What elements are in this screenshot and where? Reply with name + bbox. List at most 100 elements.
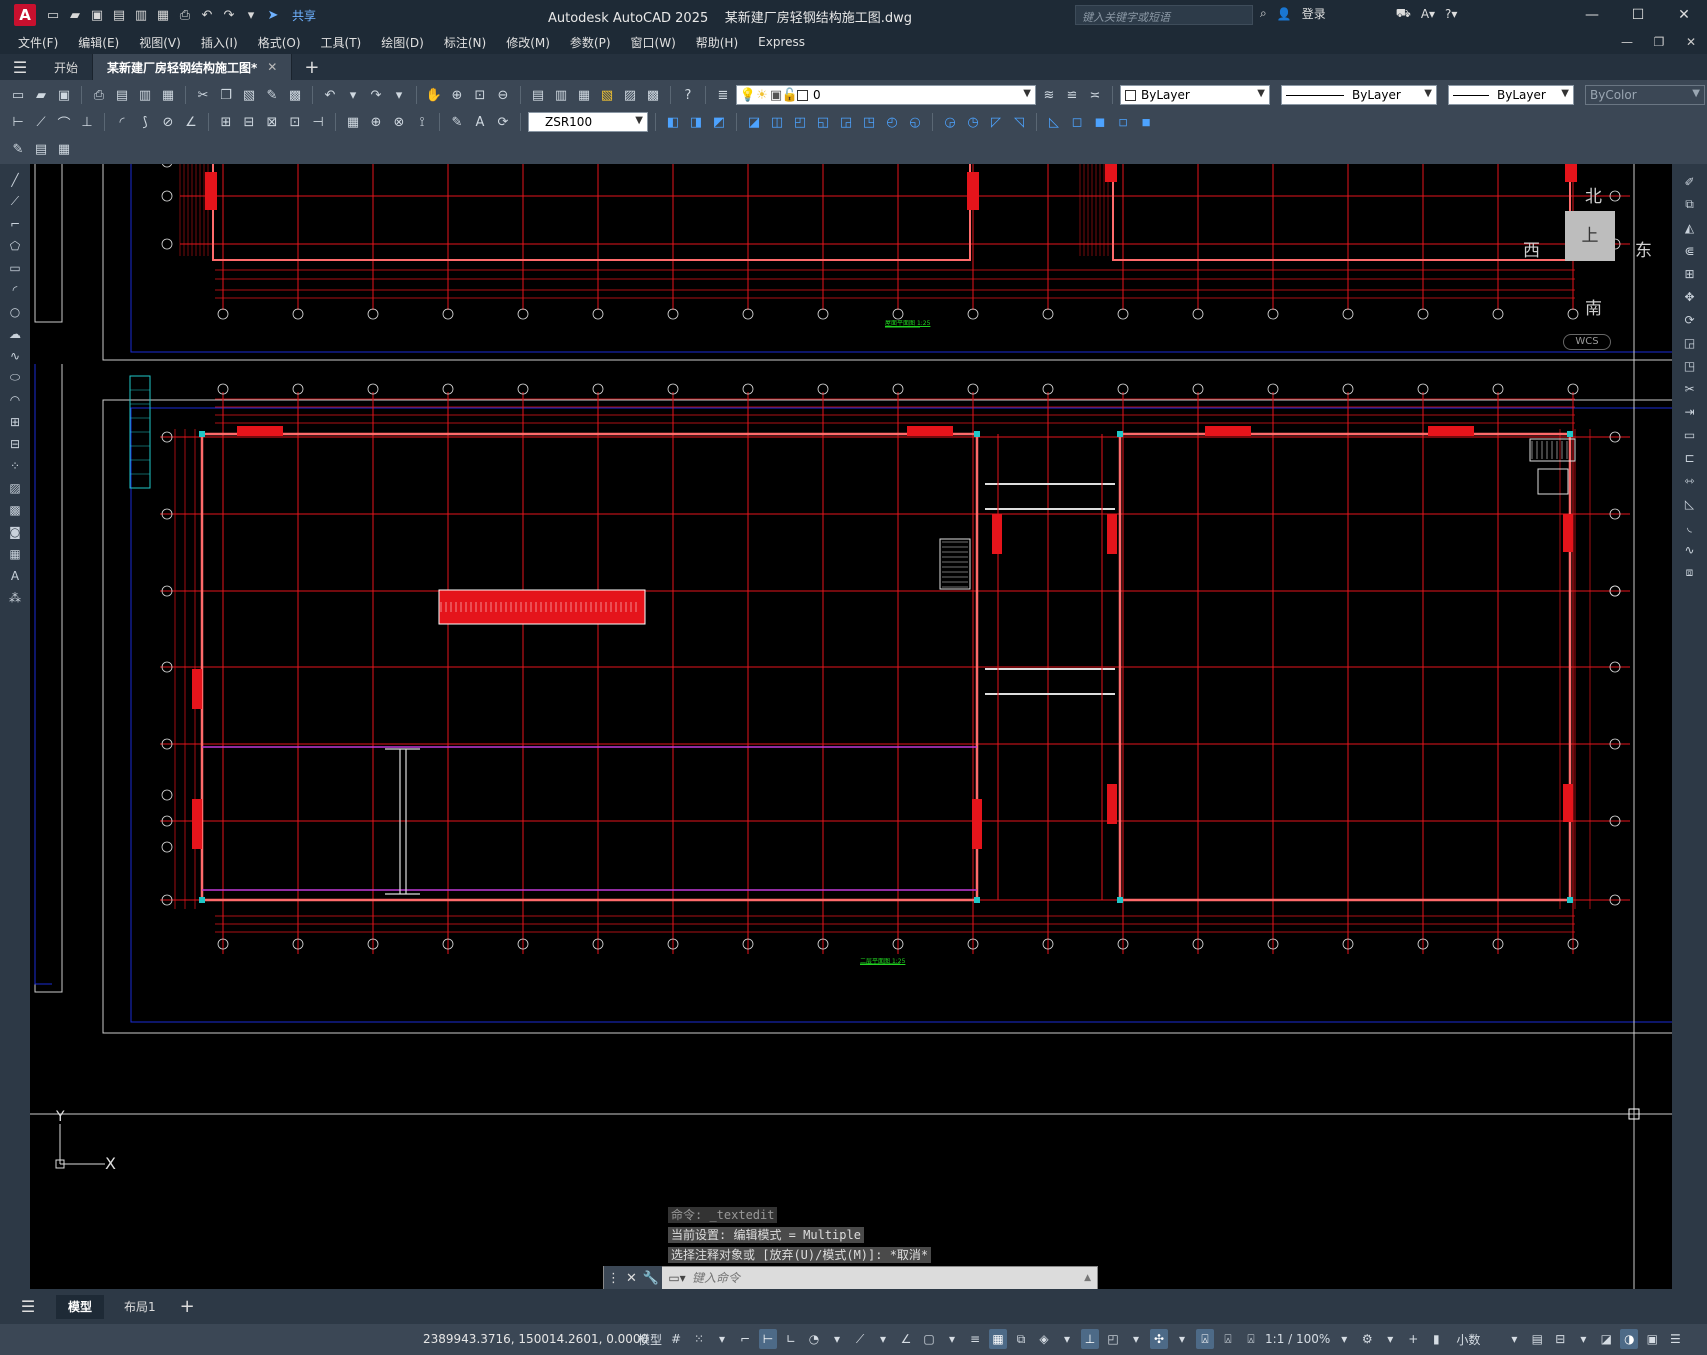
taper-faces-icon[interactable]: ◳ — [859, 112, 879, 132]
user-icon[interactable]: 👤 — [1277, 7, 1292, 21]
recent-commands-icon[interactable]: ▭▾ — [662, 1271, 692, 1285]
grid-icon[interactable]: # — [667, 1329, 685, 1349]
dimstyle-dropdown[interactable]: ZSR100 ▼ — [528, 112, 648, 132]
markup-icon[interactable]: ▨ — [620, 85, 640, 105]
annotation-visibility-icon[interactable]: ⍓ — [1196, 1329, 1215, 1349]
break-icon[interactable]: ⊏ — [1680, 448, 1700, 467]
object-snap-tracking-icon[interactable]: ∠ — [897, 1329, 915, 1349]
workspace-dropdown-icon[interactable]: ▾ — [1381, 1329, 1399, 1349]
zoom-previous-icon[interactable]: ⊖ — [493, 85, 513, 105]
minimize-icon[interactable]: — — [1569, 0, 1615, 30]
menu-item-6[interactable]: 绘图(D) — [381, 34, 424, 51]
cart-icon[interactable]: ⛟ — [1396, 6, 1411, 22]
auto-scale-icon[interactable]: ⍓ — [1219, 1329, 1237, 1349]
tool-palettes-icon[interactable]: ▦ — [574, 85, 594, 105]
rectangle-icon[interactable]: ▭ — [5, 258, 25, 277]
insert-block-icon[interactable]: ⊞ — [5, 412, 25, 431]
subtract-icon[interactable]: ◨ — [686, 112, 706, 132]
dim-text-edit-icon[interactable]: A — [470, 112, 490, 132]
annotation-scale-dropdown-icon[interactable]: ▾ — [1335, 1329, 1353, 1349]
customize-qa-icon[interactable]: ▾ — [242, 6, 260, 24]
new-file-icon[interactable]: ▭ — [44, 6, 62, 24]
save-web-icon[interactable]: ▦ — [154, 6, 172, 24]
offset-faces-icon[interactable]: ◰ — [790, 112, 810, 132]
doc-close-icon[interactable]: ✕ — [1675, 30, 1707, 54]
tab-start[interactable]: 开始 — [40, 54, 94, 80]
scale-icon[interactable]: ◲ — [1680, 333, 1700, 352]
search-icon[interactable]: ⌕ — [1260, 6, 1267, 21]
lock-ui-dropdown-icon[interactable]: ▾ — [1574, 1329, 1592, 1349]
isodraft-dropdown-icon[interactable]: ▾ — [874, 1329, 892, 1349]
arc-length-icon[interactable]: ⌒ — [54, 112, 74, 132]
delete-faces-icon[interactable]: ◱ — [813, 112, 833, 132]
move-faces-icon[interactable]: ◫ — [767, 112, 787, 132]
offset-icon[interactable]: ⋐ — [1680, 241, 1700, 260]
match-properties-icon[interactable]: ✎ — [262, 85, 282, 105]
rotate-faces-icon[interactable]: ◲ — [836, 112, 856, 132]
publish-icon[interactable]: ▥ — [135, 85, 155, 105]
spell-check-icon[interactable]: ▤ — [31, 139, 51, 159]
dim-break-icon[interactable]: ⊣ — [308, 112, 328, 132]
annotation-scale-value[interactable]: 1:1 / 100% — [1265, 1329, 1330, 1349]
customize-wrench-icon[interactable]: 🔧 — [643, 1271, 659, 1286]
new-layout-icon[interactable]: + — [168, 1295, 207, 1319]
plotstyle-dropdown[interactable]: ByColor ▼ — [1585, 85, 1705, 105]
gizmo-icon[interactable]: ✣ — [1150, 1329, 1169, 1349]
grip-icon[interactable]: ⋮ — [607, 1271, 620, 1286]
copy-edges-icon[interactable]: ◶ — [940, 112, 960, 132]
undo-dropdown-icon[interactable]: ▾ — [343, 85, 363, 105]
color-edges-icon[interactable]: ◷ — [963, 112, 983, 132]
redo-icon[interactable]: ↷ — [220, 6, 238, 24]
new-icon[interactable]: ▭ — [8, 85, 28, 105]
color-dropdown[interactable]: ByLayer ▼ — [1120, 85, 1270, 105]
gizmo-dropdown-icon[interactable]: ▾ — [1173, 1329, 1191, 1349]
autodesk-app-icon[interactable]: A▾ — [1421, 7, 1435, 21]
menu-item-7[interactable]: 标注(N) — [444, 34, 486, 51]
linear-dim-icon[interactable]: ⊢ — [8, 112, 28, 132]
point-icon[interactable]: ⁘ — [5, 456, 25, 475]
add-selected-icon[interactable]: ⁂ — [5, 588, 25, 607]
join-icon[interactable]: ⇿ — [1680, 471, 1700, 490]
selection-filter-icon[interactable]: ◰ — [1104, 1329, 1122, 1349]
lineweight-icon[interactable]: ≡ — [966, 1329, 984, 1349]
block-editor-icon[interactable]: ▩ — [285, 85, 305, 105]
units-value[interactable]: 小数 — [1456, 1329, 1480, 1349]
lock-ui-icon[interactable]: ⊟ — [1551, 1329, 1569, 1349]
undo-icon[interactable]: ↶ — [198, 6, 216, 24]
layer-states-icon[interactable]: ≍ — [1085, 85, 1105, 105]
chamfer-icon[interactable]: ◺ — [1680, 494, 1700, 513]
help-icon[interactable]: ?▾ — [1445, 7, 1457, 21]
dynamic-input-icon[interactable]: ⊢ — [759, 1329, 778, 1349]
redo-dropdown-icon[interactable]: ▾ — [389, 85, 409, 105]
viewcube-west[interactable]: 西 — [1523, 236, 1540, 261]
array-icon[interactable]: ⊞ — [1680, 264, 1700, 283]
jogged-dim-icon[interactable]: ⟆ — [135, 112, 155, 132]
color-faces-icon[interactable]: ◵ — [905, 112, 925, 132]
baseline-dim-icon[interactable]: ⊟ — [239, 112, 259, 132]
graphics-performance-icon[interactable]: ◑ — [1620, 1329, 1639, 1349]
erase-icon[interactable]: ✐ — [1680, 172, 1700, 191]
fillet-icon[interactable]: ◟ — [1680, 517, 1700, 536]
polar-dropdown-icon[interactable]: ▾ — [828, 1329, 846, 1349]
doc-restore-icon[interactable]: ❐ — [1643, 30, 1675, 54]
lineweight-dropdown[interactable]: ByLayer ▼ — [1448, 85, 1574, 105]
menu-item-3[interactable]: 插入(I) — [201, 34, 238, 51]
annotation-scale-icon[interactable]: ⍓ — [1242, 1329, 1260, 1349]
layer-previous-icon[interactable]: ≌ — [1062, 85, 1082, 105]
menu-item-10[interactable]: 窗口(W) — [631, 34, 676, 51]
customization-icon[interactable]: ☰ — [1666, 1329, 1684, 1349]
plot-preview-icon[interactable]: ▤ — [112, 85, 132, 105]
workspace-gear-icon[interactable]: ⚙ — [1358, 1329, 1376, 1349]
viewcube-top-face[interactable]: 上 — [1565, 211, 1615, 261]
dynamic-ucs-icon[interactable]: ⊥ — [1081, 1329, 1100, 1349]
section-icon[interactable]: ◽ — [1113, 112, 1133, 132]
menu-item-0[interactable]: 文件(F) — [18, 34, 58, 51]
help-icon[interactable]: ? — [678, 85, 698, 105]
pan-icon[interactable]: ✋ — [424, 85, 444, 105]
3d-osnap-dropdown-icon[interactable]: ▾ — [1058, 1329, 1076, 1349]
angular-dim-icon[interactable]: ∠ — [181, 112, 201, 132]
break-at-point-icon[interactable]: ▭ — [1680, 425, 1700, 444]
diameter-dim-icon[interactable]: ⊘ — [158, 112, 178, 132]
layer-dropdown[interactable]: 💡 ☀ ▣ 🔓 0 ▼ — [736, 85, 1036, 105]
tolerance-icon[interactable]: ▦ — [343, 112, 363, 132]
